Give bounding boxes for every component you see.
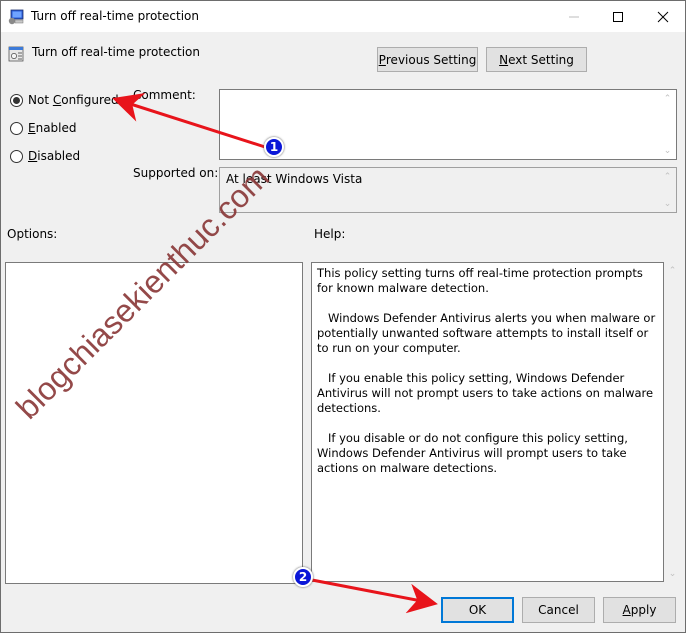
supported-on-label: Supported on: [133, 166, 219, 180]
policy-setting-icon [8, 46, 24, 62]
minimize-button[interactable] [551, 1, 597, 32]
policy-title: Turn off real-time protection [32, 45, 200, 59]
help-paragraph: If you enable this policy setting, Windo… [317, 371, 654, 415]
comment-scrollbar[interactable]: ⌃ ⌄ [659, 90, 676, 159]
title-bar: Turn off real-time protection [1, 1, 685, 32]
maximize-icon [613, 11, 623, 22]
scroll-up-icon[interactable]: ⌃ [659, 90, 676, 107]
radio-not-configured-label: Not Configured [28, 93, 119, 107]
help-paragraph: If you disable or do not configure this … [317, 431, 628, 475]
scroll-down-icon[interactable]: ⌄ [664, 565, 681, 582]
next-setting-button[interactable]: Next Setting [486, 47, 587, 72]
apply-label: pply [630, 603, 657, 617]
radio-enabled-label: Enabled [28, 121, 77, 135]
previous-setting-button[interactable]: Previous Setting [377, 47, 478, 72]
apply-accel: A [622, 603, 631, 617]
minimize-icon [569, 16, 579, 17]
annotation-badge-2: 2 [293, 567, 313, 587]
scroll-down-icon[interactable]: ⌄ [659, 142, 676, 159]
scroll-up-icon[interactable]: ⌃ [659, 168, 676, 185]
supported-on-scrollbar[interactable]: ⌃ ⌄ [659, 168, 676, 212]
options-label: Options: [7, 227, 58, 241]
scroll-down-icon[interactable]: ⌄ [659, 195, 676, 212]
apply-button[interactable]: Apply [603, 597, 676, 623]
radio-disabled-circle[interactable] [10, 149, 23, 163]
radio-enabled-circle[interactable] [10, 121, 23, 135]
radio-not-configured-circle[interactable] [10, 93, 23, 107]
comment-label: Comment: [133, 88, 196, 102]
options-pane [5, 262, 303, 584]
radio-enabled[interactable]: Enabled [10, 121, 77, 135]
help-pane: This policy setting turns off real-time … [311, 262, 664, 582]
next-setting-label: ext Setting [508, 52, 574, 67]
next-setting-accel: N [499, 52, 509, 67]
radio-disabled-label: Disabled [28, 149, 81, 163]
comment-textarea[interactable]: ⌃ ⌄ [219, 89, 677, 160]
close-button[interactable] [640, 1, 686, 32]
maximize-button[interactable] [595, 1, 641, 32]
radio-not-configured[interactable]: Not Configured [10, 93, 119, 107]
cancel-button[interactable]: Cancel [522, 597, 595, 623]
help-paragraph: This policy setting turns off real-time … [317, 266, 643, 295]
ok-button[interactable]: OK [441, 597, 514, 623]
scroll-up-icon[interactable]: ⌃ [664, 262, 681, 279]
annotation-badge-1: 1 [264, 137, 284, 157]
supported-on-field: At least Windows Vista ⌃ ⌄ [219, 167, 677, 213]
close-icon [657, 11, 669, 22]
radio-disabled[interactable]: Disabled [10, 149, 80, 163]
window-title: Turn off real-time protection [31, 9, 199, 23]
help-scrollbar[interactable]: ⌃ ⌄ [664, 262, 681, 582]
help-paragraph: Windows Defender Antivirus alerts you wh… [317, 311, 656, 355]
group-policy-app-icon [8, 9, 24, 25]
previous-setting-label: revious Setting [385, 52, 477, 67]
previous-setting-accel: P [378, 52, 386, 67]
help-label: Help: [314, 227, 346, 241]
